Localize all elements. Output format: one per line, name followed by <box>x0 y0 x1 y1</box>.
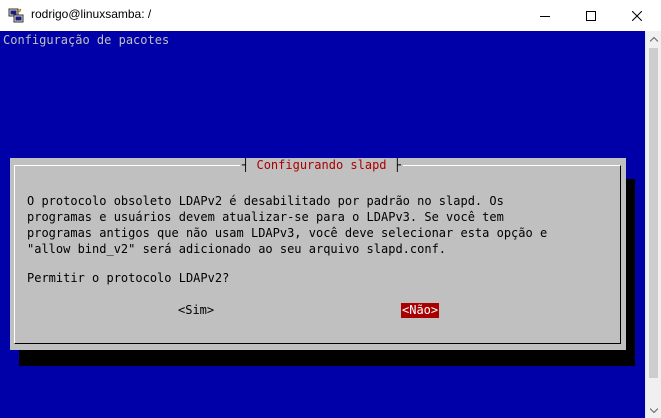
maximize-button[interactable] <box>568 0 614 31</box>
window-titlebar[interactable]: rodrigo@linuxsamba: / <box>0 0 661 32</box>
no-button[interactable]: <Não> <box>401 303 440 318</box>
scroll-down-button[interactable] <box>646 402 661 418</box>
maximize-icon <box>586 10 596 21</box>
terminal-screen[interactable]: Configuração de pacotes ┤ Configurando s… <box>0 31 645 418</box>
dialog-title-right-bracket: ├ <box>393 158 401 172</box>
dialog-message-line: programas antigos que não usam LDAPv3, v… <box>27 226 548 240</box>
chevron-down-icon <box>650 407 658 413</box>
dialog-title-text: Configurando slapd <box>256 158 387 172</box>
dialog-title-left-bracket: ┤ <box>242 158 250 172</box>
minimize-icon <box>540 15 550 17</box>
dialog-question: Permitir o protocolo LDAPv2? <box>27 271 230 285</box>
dialog-title: ┤ Configurando slapd ├ <box>240 158 403 172</box>
putty-icon <box>8 7 24 23</box>
dialog-message-line: O protocolo obsoleto LDAPv2 é desabilita… <box>27 194 504 208</box>
close-button[interactable] <box>614 0 660 31</box>
window-title: rodrigo@linuxsamba: / <box>31 7 152 21</box>
close-icon <box>632 10 642 21</box>
vertical-scrollbar[interactable] <box>645 31 661 418</box>
scroll-up-button[interactable] <box>646 31 661 47</box>
config-dialog: ┤ Configurando slapd ├ O protocolo obsol… <box>10 158 626 350</box>
scroll-thumb[interactable] <box>649 48 658 378</box>
dialog-message: O protocolo obsoleto LDAPv2 é desabilita… <box>27 193 547 257</box>
yes-button[interactable]: <Sim> <box>178 303 214 318</box>
dialog-message-line: "allow bind_v2" será adicionado ao seu a… <box>27 242 447 256</box>
dialog-message-line: programas e usuários devem atualizar-se … <box>27 210 504 224</box>
terminal-header: Configuração de pacotes <box>3 33 170 47</box>
minimize-button[interactable] <box>522 0 568 31</box>
chevron-up-icon <box>650 36 658 42</box>
